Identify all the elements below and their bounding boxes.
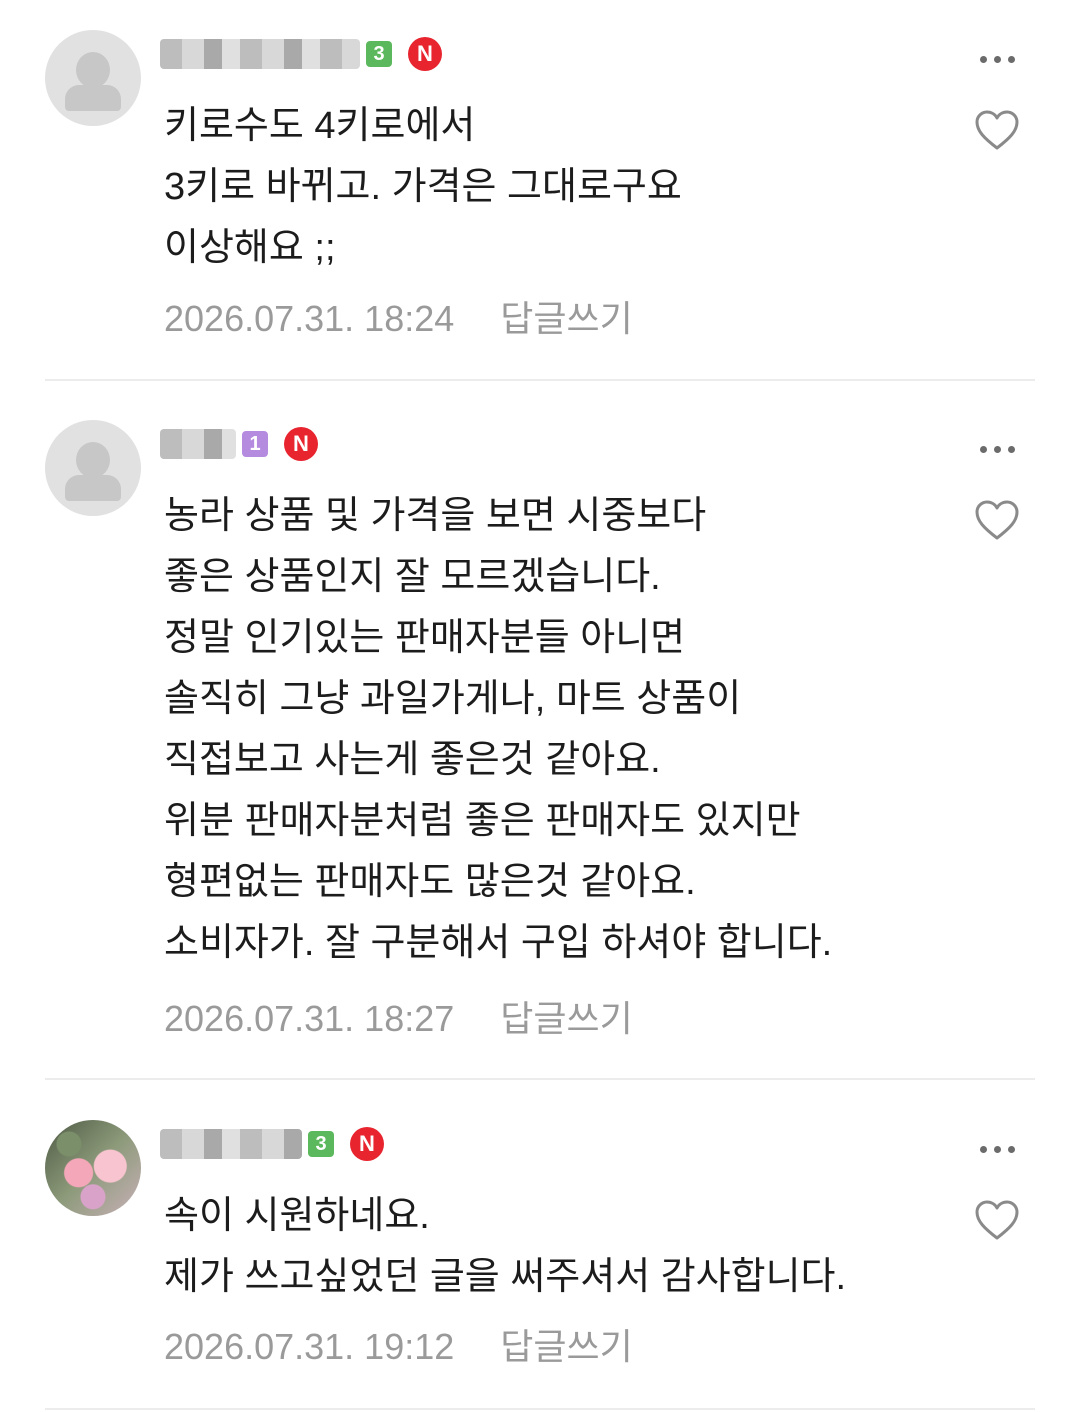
author-row: 3 N	[160, 30, 442, 78]
default-avatar-head	[76, 52, 110, 88]
comment-text-line: 솔직히 그냥 과일가게나, 마트 상품이	[164, 678, 742, 720]
comment-timestamp: 2026.07.31. 19:12	[164, 1326, 455, 1367]
level-badge: 3	[366, 41, 392, 67]
author-row: 1 N	[160, 420, 318, 468]
comment-text-line: 키로수도 4키로에서	[164, 105, 476, 147]
level-badge: 3	[308, 1131, 334, 1157]
comment-text-line: 정말 인기있는 판매자분들 아니면	[164, 617, 686, 659]
avatar[interactable]	[45, 30, 141, 126]
heart-outline-icon[interactable]	[974, 498, 1020, 542]
comment-text-line: 이상해요 ;;	[164, 227, 336, 269]
comment-text-line: 제가 쓰고싶었던 글을 써주셔서 감사합니다.	[164, 1256, 847, 1298]
default-avatar-head	[76, 442, 110, 478]
new-badge: N	[408, 37, 442, 71]
default-avatar-body	[65, 475, 121, 501]
comment-meta: 2026.07.31. 18:27 답글쓰기	[164, 994, 633, 1044]
reply-button[interactable]: 답글쓰기	[500, 1322, 632, 1372]
comment-text-line: 농라 상품 및 가격을 보면 시중보다	[164, 495, 707, 537]
avatar[interactable]	[45, 420, 141, 516]
default-avatar-body	[65, 85, 121, 111]
comment-text-line: 소비자가. 잘 구분해서 구입 하셔야 합니다.	[164, 922, 833, 964]
divider	[45, 1408, 1035, 1410]
new-badge: N	[350, 1127, 384, 1161]
reply-button[interactable]: 답글쓰기	[500, 994, 632, 1044]
comment-text-line: 속이 시원하네요.	[164, 1195, 430, 1237]
author-nickname-blurred[interactable]	[160, 39, 360, 69]
comment-text: 농라 상품 및 가격을 보면 시중보다 좋은 상품인지 잘 모르겠습니다. 정말…	[164, 486, 964, 974]
comment-text: 키로수도 4키로에서 3키로 바뀌고. 가격은 그대로구요 이상해요 ;;	[164, 96, 964, 279]
comment-text-line: 직접보고 사는게 좋은것 같아요.	[164, 739, 661, 781]
level-badge: 1	[242, 431, 268, 457]
more-options-icon[interactable]	[970, 42, 1024, 76]
reply-button[interactable]: 답글쓰기	[500, 294, 632, 344]
comment-timestamp: 2026.07.31. 18:24	[164, 298, 455, 339]
comment-text-line: 형편없는 판매자도 많은것 같아요.	[164, 861, 696, 903]
heart-outline-icon[interactable]	[974, 108, 1020, 152]
author-nickname-blurred[interactable]	[160, 429, 236, 459]
new-badge: N	[284, 427, 318, 461]
comment-text: 속이 시원하네요. 제가 쓰고싶었던 글을 써주셔서 감사합니다.	[164, 1186, 964, 1308]
comment-text-line: 좋은 상품인지 잘 모르겠습니다.	[164, 556, 661, 598]
comment-meta: 2026.07.31. 18:24 답글쓰기	[164, 294, 633, 344]
comment-meta: 2026.07.31. 19:12 답글쓰기	[164, 1322, 633, 1372]
divider	[45, 1078, 1035, 1080]
author-nickname-blurred[interactable]	[160, 1129, 302, 1159]
more-options-icon[interactable]	[970, 432, 1024, 466]
divider	[45, 379, 1035, 381]
author-row: 3 N	[160, 1120, 384, 1168]
comment-text-line: 위분 판매자분처럼 좋은 판매자도 있지만	[164, 800, 801, 842]
more-options-icon[interactable]	[970, 1132, 1024, 1166]
comment-timestamp: 2026.07.31. 18:27	[164, 998, 455, 1039]
avatar[interactable]	[45, 1120, 141, 1216]
comment-text-line: 3키로 바뀌고. 가격은 그대로구요	[164, 166, 682, 208]
heart-outline-icon[interactable]	[974, 1198, 1020, 1242]
